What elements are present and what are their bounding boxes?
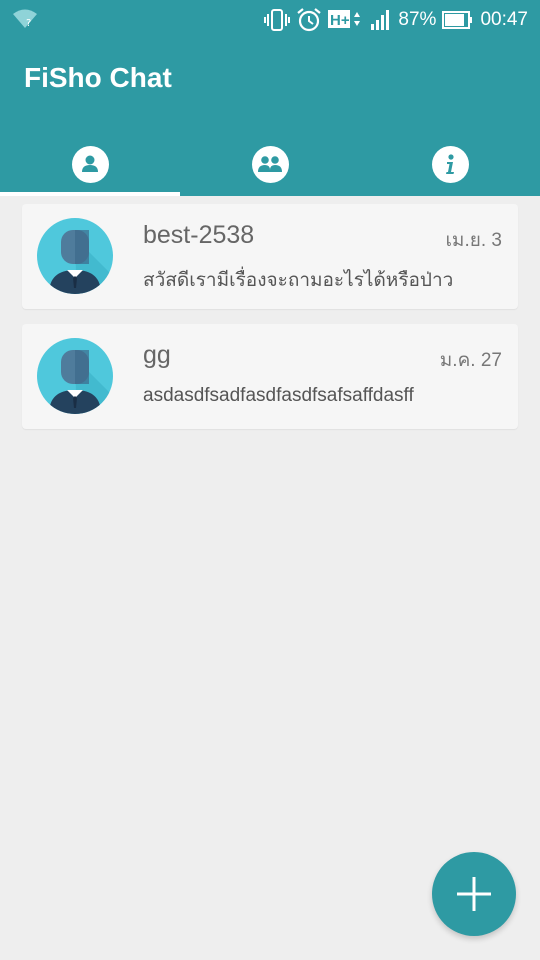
- wifi-question-icon: ?: [12, 8, 38, 34]
- group-icon: [251, 145, 289, 183]
- alarm-icon: [296, 7, 322, 33]
- chat-date: เม.ย. 3: [445, 230, 502, 251]
- status-icons: H+ 87% 00:47: [264, 7, 528, 33]
- chat-last-message: สวัสดีเรามีเรื่องจะถามอะไรได้หรือป่าว: [143, 270, 454, 291]
- tab-groups[interactable]: [180, 132, 360, 196]
- chat-item[interactable]: gg ม.ค. 27 asdasdfsadfasdfasdfsafsaffdas…: [22, 324, 518, 429]
- tab-contacts[interactable]: [0, 132, 180, 196]
- chat-last-message: asdasdfsadfasdfasdfsafsaffdasff: [143, 385, 414, 406]
- network-h-plus-icon: H+: [328, 8, 364, 32]
- chat-name: gg: [143, 341, 171, 369]
- svg-text:H+: H+: [330, 12, 350, 29]
- user-avatar-icon: [37, 218, 113, 294]
- new-chat-button[interactable]: [432, 852, 516, 936]
- clock: 00:47: [480, 9, 528, 30]
- app-screen: ? H+ 87% 00:47 FiSho Chat best-2538 เม.ย…: [0, 0, 540, 960]
- chat-name: best-2538: [143, 221, 255, 249]
- tab-info[interactable]: [360, 132, 540, 196]
- chat-list: best-2538 เม.ย. 3 สวัสดีเรามีเรื่องจะถาม…: [22, 204, 518, 444]
- app-title: FiSho Chat: [24, 62, 172, 93]
- person-icon: [71, 145, 109, 183]
- svg-text:?: ?: [26, 18, 31, 29]
- app-bar: FiSho Chat: [0, 40, 540, 196]
- info-icon: [431, 145, 469, 183]
- plus-icon: [457, 877, 491, 911]
- battery-percent: 87%: [398, 9, 437, 30]
- vibrate-icon: [264, 8, 291, 32]
- chat-date: ม.ค. 27: [439, 350, 502, 371]
- battery-icon: [442, 9, 474, 31]
- chat-item[interactable]: best-2538 เม.ย. 3 สวัสดีเรามีเรื่องจะถาม…: [22, 204, 518, 309]
- tab-selected-indicator: [0, 192, 180, 196]
- user-avatar-icon: [37, 338, 113, 414]
- status-bar: ? H+ 87% 00:47: [0, 0, 540, 40]
- tab-bar: [0, 132, 540, 196]
- signal-icon: [370, 9, 392, 31]
